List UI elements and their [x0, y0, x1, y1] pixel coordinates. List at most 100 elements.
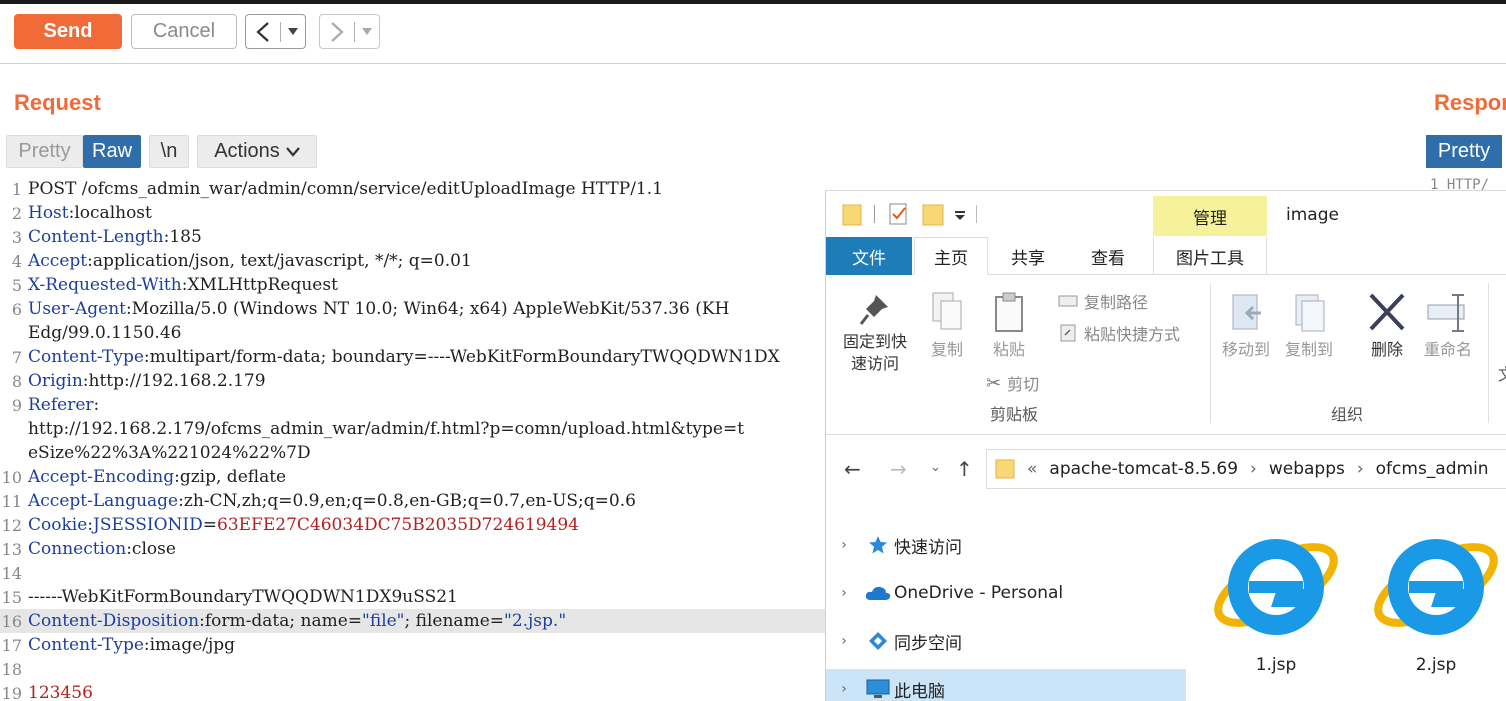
forward-arrow-icon[interactable]: →: [890, 457, 907, 481]
header-value: form-data; name=: [204, 611, 363, 631]
dropdown-arrow-icon[interactable]: [355, 27, 379, 36]
header-value: ; filename=: [404, 611, 504, 631]
code-line[interactable]: 1 POST /ofcms_admin_war/admin/comn/servic…: [0, 177, 830, 201]
rename-button[interactable]: 重命名: [1418, 291, 1478, 361]
tab-pretty[interactable]: Pretty: [6, 135, 83, 168]
breadcrumb-ofcms-admin[interactable]: ofcms_admin: [1376, 459, 1489, 479]
code-line[interactable]: 13 Connection: close: [0, 537, 830, 561]
move-to-button[interactable]: 移动到: [1218, 291, 1274, 361]
history-forward-group[interactable]: [319, 14, 380, 49]
nav-item-this-pc[interactable]: › 此电脑: [826, 669, 1186, 701]
rename-label: 重命名: [1423, 340, 1472, 359]
header-name: Referer: [28, 395, 94, 415]
code-line[interactable]: 5 X-Requested-With: XMLHttpRequest: [0, 273, 830, 297]
response-panel-title: Response: [1434, 90, 1506, 115]
history-back-group[interactable]: [245, 14, 306, 49]
copy-path-icon: [1058, 295, 1078, 307]
breadcrumb-webapps[interactable]: webapps: [1269, 459, 1345, 479]
request-raw-editor[interactable]: 1 POST /ofcms_admin_war/admin/comn/servic…: [0, 177, 830, 701]
dropdown-arrow-icon[interactable]: [281, 27, 305, 36]
address-bar[interactable]: « apache-tomcat-8.5.69 › webapps › ofcms…: [986, 449, 1506, 489]
code-line[interactable]: 6 User-Agent: Mozilla/5.0 (Windows NT 10.…: [0, 297, 830, 321]
code-line[interactable]: 2 Host: localhost: [0, 201, 830, 225]
move-to-label: 移动到: [1221, 340, 1270, 359]
sync-space-icon: [862, 631, 894, 651]
new-group-truncated-label: 文: [1498, 361, 1506, 385]
cancel-button[interactable]: Cancel: [131, 14, 237, 49]
code-line[interactable]: 17 Content-Type: image/jpg: [0, 633, 830, 657]
chevron-right-icon[interactable]: ›: [826, 681, 862, 697]
header-value: 185: [169, 227, 202, 247]
chevron-right-icon[interactable]: ›: [826, 585, 862, 601]
star-icon: [862, 535, 894, 555]
code-line[interactable]: Edg/99.0.1150.46: [0, 321, 830, 345]
code-line[interactable]: 19 123456: [0, 681, 830, 701]
nav-item-onedrive[interactable]: › OneDrive - Personal: [826, 573, 1186, 613]
manage-context-tab[interactable]: 管理: [1153, 196, 1267, 236]
code-line[interactable]: 16 Content-Disposition: form-data; name= "…: [0, 609, 830, 633]
copy-icon: [932, 292, 962, 330]
code-text: ------WebKitFormBoundaryTWQQDWN1DX9uSS21: [28, 587, 458, 607]
copy-button[interactable]: 复制: [922, 291, 972, 361]
tab-share[interactable]: 共享: [988, 237, 1068, 275]
code-line[interactable]: eSize%22%3A%221024%22%7D: [0, 441, 830, 465]
file-name: 2.jsp: [1415, 655, 1457, 675]
paste-button[interactable]: 粘贴: [984, 291, 1034, 361]
delete-button[interactable]: 删除: [1362, 291, 1412, 361]
file-item-2-jsp[interactable]: 2.jsp: [1366, 523, 1506, 675]
newline-toggle-button[interactable]: \n: [149, 135, 189, 168]
header-name: Origin: [28, 371, 83, 391]
send-button[interactable]: Send: [14, 14, 122, 49]
cut-button[interactable]: ✂ 剪切: [986, 371, 1039, 395]
tab-home[interactable]: 主页: [914, 237, 988, 275]
code-line[interactable]: 11 Accept-Language: zh-CN,zh;q=0.9,en;q=0…: [0, 489, 830, 513]
chevron-right-icon[interactable]: [320, 21, 354, 43]
nav-item-sync-space[interactable]: › 同步空间: [826, 621, 1186, 661]
new-folder-icon[interactable]: [922, 203, 944, 227]
back-arrow-icon[interactable]: ←: [844, 457, 861, 481]
chevron-left-icon[interactable]: [246, 21, 280, 43]
line-number: 8: [11, 371, 22, 391]
folder-icon[interactable]: [842, 203, 862, 227]
recent-locations-chevron-icon[interactable]: ⌄: [930, 460, 941, 475]
file-name: 1.jsp: [1255, 655, 1297, 675]
header-name: Connection: [28, 539, 127, 559]
file-explorer-window: 管理 image 文件 主页 共享 查看 图片工具 固定到快 速访问 复制 粘贴…: [825, 190, 1506, 701]
code-line[interactable]: 3 Content-Length: 185: [0, 225, 830, 249]
code-line[interactable]: 8 Origin: http://192.168.2.179: [0, 369, 830, 393]
code-line[interactable]: 12 Cookie: JSESSIONID = 63EFE27C46034DC75B2…: [0, 513, 830, 537]
tab-file[interactable]: 文件: [826, 237, 912, 275]
pin-quick-access-button[interactable]: 固定到快 速访问: [836, 291, 914, 375]
overflow-chevron[interactable]: «: [1027, 459, 1037, 479]
breadcrumb-tomcat[interactable]: apache-tomcat-8.5.69: [1049, 459, 1238, 479]
copy-path-button[interactable]: 复制路径: [1058, 289, 1148, 313]
code-line[interactable]: 14: [0, 561, 830, 585]
nav-item-quick-access[interactable]: › 快速访问: [826, 525, 1186, 565]
code-line[interactable]: 15 ------WebKitFormBoundaryTWQQDWN1DX9uSS…: [0, 585, 830, 609]
copy-to-icon: [1295, 294, 1325, 332]
code-line[interactable]: 9 Referer:: [0, 393, 830, 417]
copy-to-button[interactable]: 复制到: [1281, 291, 1337, 361]
chevron-right-icon[interactable]: ›: [826, 633, 862, 649]
response-tab-pretty[interactable]: Pretty: [1426, 135, 1502, 168]
code-line[interactable]: 4 Accept: application/json, text/javascri…: [0, 249, 830, 273]
tab-raw[interactable]: Raw: [83, 135, 141, 168]
code-line[interactable]: 18: [0, 657, 830, 681]
line-number: 13: [1, 539, 22, 559]
code-line[interactable]: 10 Accept-Encoding: gzip, deflate: [0, 465, 830, 489]
copy-label: 复制: [930, 340, 963, 359]
tab-view[interactable]: 查看: [1068, 237, 1148, 275]
file-item-1-jsp[interactable]: 1.jsp: [1206, 523, 1346, 675]
window-title: image: [1286, 205, 1339, 225]
code-line[interactable]: http://192.168.2.179/ofcms_admin_war/adm…: [0, 417, 830, 441]
properties-icon[interactable]: [888, 201, 910, 227]
code-text: eSize%22%3A%221024%22%7D: [28, 443, 311, 463]
up-arrow-icon[interactable]: ↑: [956, 457, 973, 481]
chevron-right-icon[interactable]: ›: [826, 537, 862, 553]
code-line[interactable]: 7 Content-Type: multipart/form-data; boun…: [0, 345, 830, 369]
tab-picture-tools[interactable]: 图片工具: [1153, 237, 1267, 275]
customize-toolbar-icon[interactable]: [954, 211, 966, 221]
actions-dropdown[interactable]: Actions: [197, 135, 317, 168]
line-number: 1: [11, 179, 22, 199]
paste-shortcut-button[interactable]: 粘贴快捷方式: [1058, 321, 1180, 345]
